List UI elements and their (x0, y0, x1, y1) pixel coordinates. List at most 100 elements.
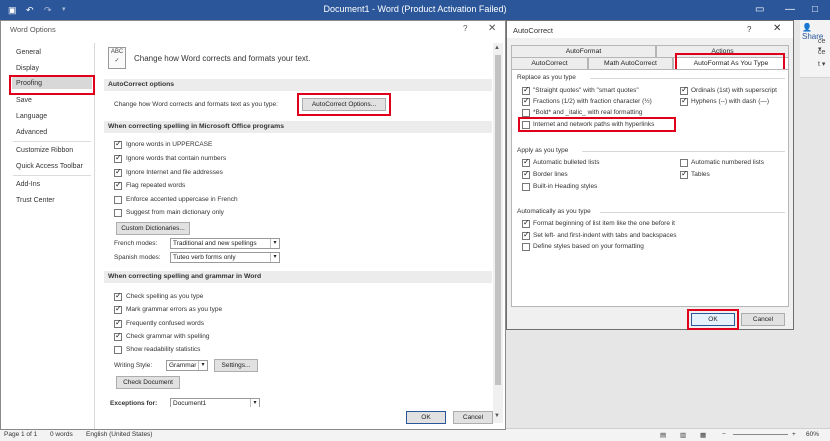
proofing-intro: Change how Word corrects and formats you… (134, 54, 311, 63)
custom-dictionaries-button[interactable]: Custom Dictionaries... (116, 222, 190, 235)
format-list-item-checkbox[interactable] (522, 218, 530, 228)
check-spelling-checkbox[interactable] (114, 291, 122, 301)
nav-item-save[interactable]: Save (16, 97, 32, 104)
nav-item-quick-access-toolbar[interactable]: Quick Access Toolbar (16, 163, 83, 170)
nav-item-trust-center[interactable]: Trust Center (16, 197, 55, 204)
options-nav: General Display Proofing Save Language A… (9, 43, 95, 429)
spanish-modes-select[interactable]: Tuteo verb forms only ▾ (170, 252, 280, 263)
smart-quotes-label: "Straight quotes" with "smart quotes" (533, 87, 639, 94)
nav-item-language[interactable]: Language (16, 113, 47, 120)
readability-checkbox[interactable] (114, 346, 122, 354)
bold-italic-label: *Bold* and _italic_ with real formatting (533, 109, 643, 116)
nav-item-advanced[interactable]: Advanced (16, 129, 47, 136)
mark-grammar-label: Mark grammar errors as you type (126, 306, 223, 313)
maximize-icon[interactable]: □ (812, 3, 818, 17)
web-layout-icon[interactable]: ▦ (700, 431, 706, 439)
word-options-cancel-button[interactable]: Cancel (453, 411, 493, 424)
scroll-thumb[interactable] (495, 55, 501, 385)
border-lines-checkbox[interactable] (522, 169, 530, 179)
fractions-label: Fractions (1/2) with fraction character … (533, 98, 652, 105)
hyphens-label: Hyphens (--) with dash (—) (691, 98, 770, 105)
tables-checkbox[interactable] (680, 169, 688, 179)
help-button[interactable]: ? (747, 25, 751, 34)
confused-words-label: Frequently confused words (126, 320, 205, 327)
zoom-in-icon[interactable]: + (792, 431, 796, 438)
writing-style-value: Grammar (169, 362, 197, 369)
tab-autocorrect[interactable]: AutoCorrect (511, 57, 588, 69)
scroll-down-icon[interactable]: ▼ (494, 413, 500, 419)
close-button[interactable]: ✕ (773, 23, 781, 34)
chevron-down-icon: ▾ (198, 361, 207, 370)
ignore-internet-checkbox[interactable] (114, 167, 122, 177)
ignore-numbers-checkbox[interactable] (114, 153, 122, 163)
enforce-french-checkbox[interactable] (114, 196, 122, 204)
grammar-with-spelling-checkbox[interactable] (114, 331, 122, 341)
grammar-settings-button[interactable]: Settings... (214, 359, 258, 372)
ordinals-checkbox[interactable] (680, 85, 688, 95)
page-count[interactable]: Page 1 of 1 (4, 431, 37, 438)
fractions-checkbox[interactable] (522, 96, 530, 106)
zoom-out-icon[interactable]: − (722, 431, 726, 438)
mark-grammar-checkbox[interactable] (114, 304, 122, 314)
help-button[interactable]: ? (463, 24, 467, 33)
tables-label: Tables (691, 171, 710, 178)
smart-quotes-checkbox[interactable] (522, 85, 530, 95)
group-replace-as-you-type: Replace as you type (517, 74, 576, 81)
word-count[interactable]: 0 words (50, 431, 73, 438)
print-layout-icon[interactable]: ▥ (680, 431, 686, 439)
check-spelling-label: Check spelling as you type (126, 293, 204, 300)
autocorrect-dialog: AutoCorrect ? ✕ AutoFormat Actions AutoC… (506, 20, 794, 330)
french-modes-select[interactable]: Traditional and new spellings ▾ (170, 238, 280, 249)
zoom-level[interactable]: 60% (806, 431, 819, 438)
indent-tabs-label: Set left- and first-indent with tabs and… (533, 232, 677, 239)
numbered-lists-checkbox[interactable] (680, 159, 688, 167)
nav-item-customize-ribbon[interactable]: Customize Ribbon (16, 147, 73, 154)
heading-styles-label: Built-in Heading styles (533, 183, 598, 190)
nav-item-add-ins[interactable]: Add-Ins (16, 181, 40, 188)
hyphens-checkbox[interactable] (680, 96, 688, 106)
section-spelling-office: When correcting spelling in Microsoft Of… (104, 121, 492, 133)
minimize-icon[interactable]: — (785, 3, 795, 17)
tab-math-autocorrect[interactable]: Math AutoCorrect (588, 57, 673, 69)
document-area (800, 78, 830, 428)
indent-tabs-checkbox[interactable] (522, 230, 530, 240)
autocorrect-title-bar: AutoCorrect ? ✕ (507, 21, 793, 38)
close-button[interactable]: ✕ (488, 23, 496, 34)
proofing-content: ABC ✓ Change how Word corrects and format… (98, 43, 492, 407)
writing-style-select[interactable]: Grammar ▾ (166, 360, 208, 371)
nav-item-display[interactable]: Display (16, 65, 39, 72)
highlight-autocorrect-button (297, 93, 391, 116)
language-status[interactable]: English (United States) (86, 431, 152, 438)
define-styles-checkbox[interactable] (522, 243, 530, 251)
section-grammar-word: When correcting spelling and grammar in … (104, 271, 492, 283)
options-scrollbar[interactable]: ▲ ▼ (493, 43, 503, 423)
highlight-proofing (9, 75, 95, 95)
main-dictionary-checkbox[interactable] (114, 209, 122, 217)
dialog-title: AutoCorrect (513, 26, 554, 35)
scroll-up-icon[interactable]: ▲ (494, 45, 500, 51)
heading-styles-checkbox[interactable] (522, 183, 530, 191)
ribbon-display-icon[interactable]: ▭ (755, 3, 764, 17)
autocorrect-cancel-button[interactable]: Cancel (741, 313, 785, 326)
ribbon-item-icon[interactable]: t ▾ (818, 60, 825, 68)
ribbon-item-icon[interactable]: ce (818, 49, 825, 56)
highlight-ok-button (687, 309, 739, 330)
check-document-button[interactable]: Check Document (116, 376, 180, 389)
bold-italic-checkbox[interactable] (522, 109, 530, 117)
share-icon: 👤 (802, 23, 812, 32)
tab-autoformat[interactable]: AutoFormat (511, 45, 656, 57)
ignore-uppercase-checkbox[interactable] (114, 139, 122, 149)
read-mode-icon[interactable]: ▤ (660, 431, 666, 439)
french-modes-value: Traditional and new spellings (173, 240, 257, 247)
define-styles-label: Define styles based on your formatting (533, 243, 644, 250)
zoom-slider[interactable] (733, 434, 788, 435)
group-divider (600, 212, 785, 213)
nav-item-general[interactable]: General (16, 49, 41, 56)
flag-repeated-checkbox[interactable] (114, 180, 122, 190)
ignore-numbers-label: Ignore words that contain numbers (126, 155, 227, 162)
confused-words-checkbox[interactable] (114, 318, 122, 328)
ignore-uppercase-label: Ignore words in UPPERCASE (126, 141, 213, 148)
exceptions-select[interactable]: Document1 ▾ (170, 398, 260, 407)
word-options-ok-button[interactable]: OK (406, 411, 446, 424)
bulleted-lists-checkbox[interactable] (522, 157, 530, 167)
